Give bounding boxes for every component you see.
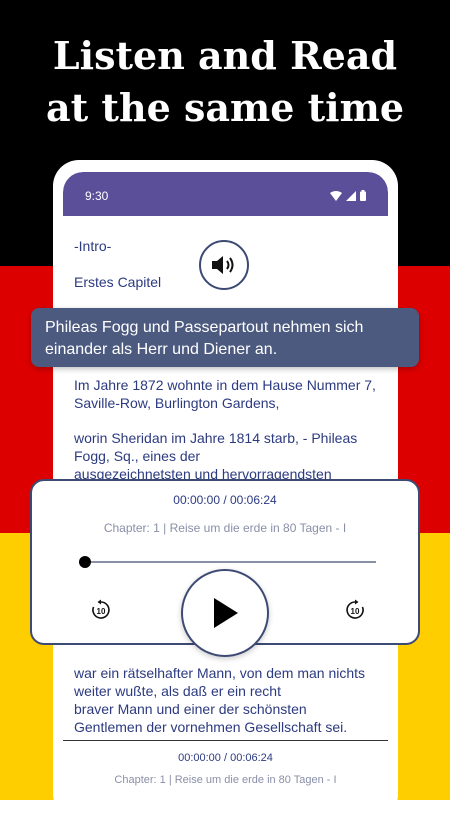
- status-bar: 9:30: [63, 172, 388, 216]
- play-icon: [214, 598, 238, 628]
- speaker-button[interactable]: [199, 240, 249, 290]
- headline-line-2: at the same time: [46, 85, 404, 130]
- progress-thumb[interactable]: [79, 556, 91, 568]
- intro-label: -Intro-: [74, 238, 112, 254]
- paragraph-2-line-1: worin Sheridan im Jahre 1814 starb, - Ph…: [74, 430, 358, 446]
- paragraph-2[interactable]: worin Sheridan im Jahre 1814 starb, - Ph…: [74, 429, 357, 483]
- tooltip-line-1: Phileas Fogg und Passepartout nehmen sic…: [45, 319, 364, 336]
- paragraph-3-line-1: war ein rätselhafter Mann, von dem man n…: [74, 665, 366, 681]
- forward-10-icon[interactable]: 10: [344, 599, 366, 621]
- paragraph-3[interactable]: war ein rätselhafter Mann, von dem man n…: [74, 664, 365, 736]
- tooltip-line-2: einander als Herr und Diener an.: [45, 341, 278, 358]
- status-time: 9:30: [85, 189, 109, 203]
- wifi-icon: [330, 190, 342, 201]
- battery-icon: [360, 190, 366, 201]
- paragraph-1-line-2: Saville-Row, Burlington Gardens,: [74, 395, 280, 411]
- paragraph-3-line-2: weiter wußte, als daß er ein recht: [74, 683, 281, 699]
- paragraph-1[interactable]: Im Jahre 1872 wohnte in dem Hause Nummer…: [74, 376, 376, 412]
- status-icons: [330, 190, 366, 201]
- chapter-heading: Erstes Capitel: [74, 274, 162, 290]
- promo-headline: Listen and Read at the same time: [0, 30, 450, 134]
- player-time: 00:00:00 / 00:06:24: [173, 493, 277, 507]
- paragraph-1-line-1: Im Jahre 1872 wohnte in dem Hause Nummer…: [74, 377, 376, 393]
- play-button[interactable]: [181, 569, 269, 657]
- forward-seconds-label: 10: [351, 607, 360, 616]
- speaker-icon: [212, 256, 234, 274]
- rewind-seconds-label: 10: [97, 607, 106, 616]
- translation-tooltip: Phileas Fogg und Passepartout nehmen sic…: [31, 308, 419, 367]
- signal-icon: [346, 190, 356, 201]
- mini-player-time: 00:00:00 / 00:06:24: [178, 752, 273, 764]
- rewind-10-icon[interactable]: 10: [90, 599, 112, 621]
- progress-track[interactable]: [84, 561, 376, 563]
- paragraph-2-line-2: Fogg, Sq., eines der: [74, 448, 201, 464]
- player-chapter: Chapter: 1 | Reise um die erde in 80 Tag…: [103, 521, 347, 535]
- paragraph-3-line-4: Gentlemen der vornehmen Gesellschaft sei…: [74, 719, 348, 735]
- headline-line-1: Listen and Read: [52, 33, 398, 78]
- mini-player-divider: [63, 740, 388, 741]
- mini-player-chapter: Chapter: 1 | Reise um die erde in 80 Tag…: [114, 774, 337, 786]
- paragraph-3-line-3: braver Mann und einer der schönsten: [74, 701, 307, 717]
